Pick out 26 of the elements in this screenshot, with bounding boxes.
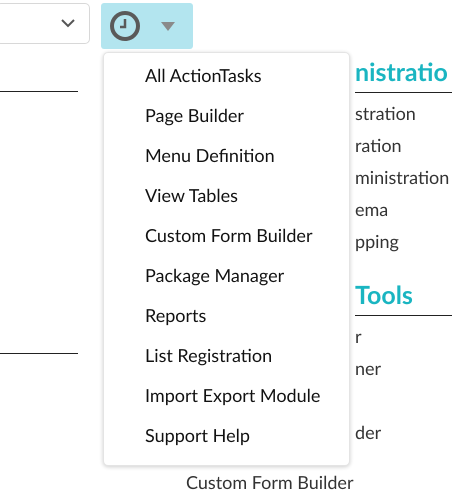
chevron-down-icon [61, 19, 75, 28]
clock-icon [109, 10, 141, 42]
history-button[interactable] [101, 3, 193, 49]
section-item[interactable]: Custom Form Builder [186, 471, 354, 493]
section-item[interactable]: ration [355, 132, 402, 158]
section-item[interactable]: der [355, 418, 382, 446]
dropdown-field[interactable] [0, 3, 90, 44]
section-item[interactable]: ner [355, 354, 382, 382]
section-item[interactable]: ema [355, 196, 388, 222]
menu-item[interactable]: Custom Form Builder [104, 215, 349, 255]
menu-item[interactable]: Package Manager [104, 255, 349, 295]
menu-item[interactable]: Support Help [104, 415, 349, 455]
section-heading: nistratio [355, 56, 449, 88]
menu-item[interactable]: All ActionTasks [104, 55, 349, 95]
menu-item[interactable]: Menu Definition [104, 135, 349, 175]
menu-item[interactable]: List Registration [104, 335, 349, 375]
section-item[interactable]: r [355, 322, 362, 350]
section-item[interactable]: ministration [355, 164, 450, 190]
menu-item[interactable]: View Tables [104, 175, 349, 215]
section-item[interactable]: stration [355, 100, 416, 126]
menu-item[interactable]: Page Builder [104, 95, 349, 135]
section-heading: Tools [355, 279, 414, 311]
caret-down-icon [161, 22, 175, 30]
menu-item[interactable]: Reports [104, 295, 349, 335]
menu-item[interactable]: Import Export Module [104, 375, 349, 415]
section-item[interactable]: pping [355, 228, 399, 254]
